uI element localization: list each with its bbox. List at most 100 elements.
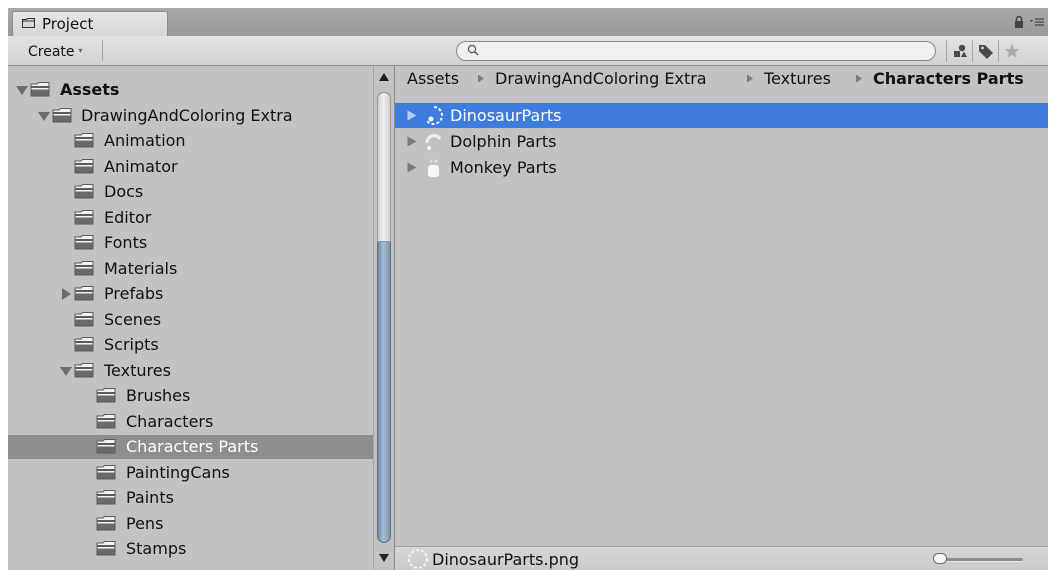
sprite-thumbnail-icon (428, 159, 439, 177)
tab-project[interactable]: Project (12, 11, 168, 36)
breadcrumb-item[interactable]: Assets (407, 69, 459, 88)
folder-icon (74, 286, 94, 301)
tree-item[interactable]: Editor (8, 206, 373, 230)
breadcrumb-item[interactable]: DrawingAndColoring Extra (495, 69, 707, 88)
tree-item[interactable]: Pens (8, 512, 373, 536)
tree-item[interactable]: Animator (8, 155, 373, 179)
favorite-button[interactable] (998, 40, 1024, 62)
tree-item-label: Pens (126, 514, 164, 533)
tree-item-label: Assets (60, 80, 120, 99)
folder-icon (96, 439, 116, 454)
folder-icon (74, 184, 94, 199)
tree-item-label: Scripts (104, 335, 159, 354)
scrollbar-track-upper (377, 92, 391, 242)
folder-icon (74, 312, 94, 327)
expand-arrow-down-icon[interactable] (60, 365, 72, 377)
tree-item[interactable]: Brushes (8, 384, 373, 408)
expand-arrow-right-icon[interactable] (407, 110, 417, 121)
tree-item[interactable]: Animation (8, 129, 373, 153)
image-thumbnail-icon (408, 549, 428, 569)
tree-item[interactable]: PaintingCans (8, 461, 373, 485)
breadcrumb-separator-icon (856, 74, 862, 83)
breadcrumb-item[interactable]: Textures (764, 69, 831, 88)
tree-item-label: Editor (104, 208, 152, 227)
zoom-slider-knob[interactable] (933, 553, 947, 564)
title-bar: Project (8, 8, 1048, 36)
folder-icon (74, 363, 94, 378)
folder-icon (96, 541, 116, 556)
file-list-item-label: DinosaurParts (450, 106, 562, 125)
favorite-star-icon (1004, 44, 1020, 58)
tree-item[interactable]: Scripts (8, 333, 373, 357)
file-browser: Assets DrawingAndColoring Extra Textures Ch… (395, 66, 1048, 570)
folder-icon (74, 159, 94, 174)
tree-item[interactable]: Stamps (8, 537, 373, 561)
expand-arrow-right-icon[interactable] (60, 288, 72, 300)
file-list-item[interactable]: Dolphin Parts (395, 129, 1048, 154)
tree-item[interactable]: Assets (8, 78, 373, 102)
expand-arrow-down-icon[interactable] (38, 110, 50, 122)
lock-icon[interactable] (1014, 15, 1024, 29)
breadcrumb-separator-icon (747, 74, 753, 83)
tree-item[interactable]: Textures (8, 359, 373, 383)
scroll-down-arrow-icon[interactable] (378, 553, 390, 563)
tree-item-label: Characters Parts (126, 437, 259, 456)
project-window: Project Create ▾ Assets DrawingAndColori… (8, 8, 1048, 570)
expand-arrow-right-icon[interactable] (407, 136, 417, 147)
tree-item[interactable]: Paints (8, 486, 373, 510)
tree-item-label: Fonts (104, 233, 148, 252)
tree-item-label: DrawingAndColoring Extra (81, 106, 293, 125)
tree-item-label: Brushes (126, 386, 191, 405)
create-label: Create (28, 44, 75, 60)
expand-arrow-right-icon[interactable] (407, 162, 417, 173)
folder-icon (74, 235, 94, 250)
tree-item-label: PaintingCans (126, 463, 230, 482)
file-list-item-label: Monkey Parts (450, 158, 557, 177)
breadcrumb: Assets DrawingAndColoring Extra Textures Ch… (395, 66, 1048, 92)
folder-tree: Assets DrawingAndColoring Extra Animation A… (8, 66, 373, 570)
create-button[interactable]: Create ▾ (15, 40, 103, 61)
zoom-slider[interactable] (933, 553, 1025, 564)
expand-arrow-down-icon[interactable] (16, 84, 28, 96)
folder-icon (96, 490, 116, 505)
tree-item[interactable]: Prefabs (8, 282, 373, 306)
scroll-up-arrow-icon[interactable] (378, 72, 390, 82)
zoom-slider-track[interactable] (939, 558, 1023, 562)
folder-tree-scrollbar[interactable] (373, 66, 395, 570)
tree-item-label: Characters (126, 412, 214, 431)
sprite-thumbnail-icon (425, 134, 442, 150)
tab-label: Project (42, 15, 94, 33)
file-list-item[interactable]: Monkey Parts (395, 155, 1048, 180)
tree-item-label: Stamps (126, 539, 187, 558)
selected-file-name: DinosaurParts.png (432, 550, 580, 569)
tree-item[interactable]: Docs (8, 180, 373, 204)
tree-item-label: Scenes (104, 310, 162, 329)
tree-item[interactable]: Characters (8, 410, 373, 434)
folder-icon (74, 133, 94, 148)
tree-item[interactable]: Scenes (8, 308, 373, 332)
tree-item-label: Docs (104, 182, 144, 201)
filter-by-type-button[interactable] (946, 40, 972, 62)
search-input[interactable] (456, 41, 936, 61)
filter-by-label-icon (979, 45, 993, 59)
breadcrumb-separator-icon (478, 74, 484, 83)
tree-item[interactable]: Characters Parts (8, 435, 373, 459)
tab-menu-icon[interactable] (1030, 16, 1044, 28)
tree-item-label: Prefabs (104, 284, 164, 303)
breadcrumb-current[interactable]: Characters Parts (873, 69, 1024, 88)
folder-icon (52, 108, 72, 123)
tree-item[interactable]: DrawingAndColoring Extra (8, 104, 373, 128)
search-icon (467, 44, 479, 56)
folder-icon (30, 82, 50, 97)
tree-item[interactable]: Materials (8, 257, 373, 281)
folder-icon (96, 414, 116, 429)
file-list-item-label: Dolphin Parts (450, 132, 557, 151)
file-list-item[interactable]: DinosaurParts (395, 103, 1048, 128)
folder-icon (96, 465, 116, 480)
tree-item[interactable]: Fonts (8, 231, 373, 255)
tree-item-label: Materials (104, 259, 178, 278)
folder-icon (96, 388, 116, 403)
tree-item-label: Animator (104, 157, 178, 176)
filter-by-label-button[interactable] (972, 40, 998, 62)
dropdown-arrow-icon: ▾ (78, 46, 83, 55)
